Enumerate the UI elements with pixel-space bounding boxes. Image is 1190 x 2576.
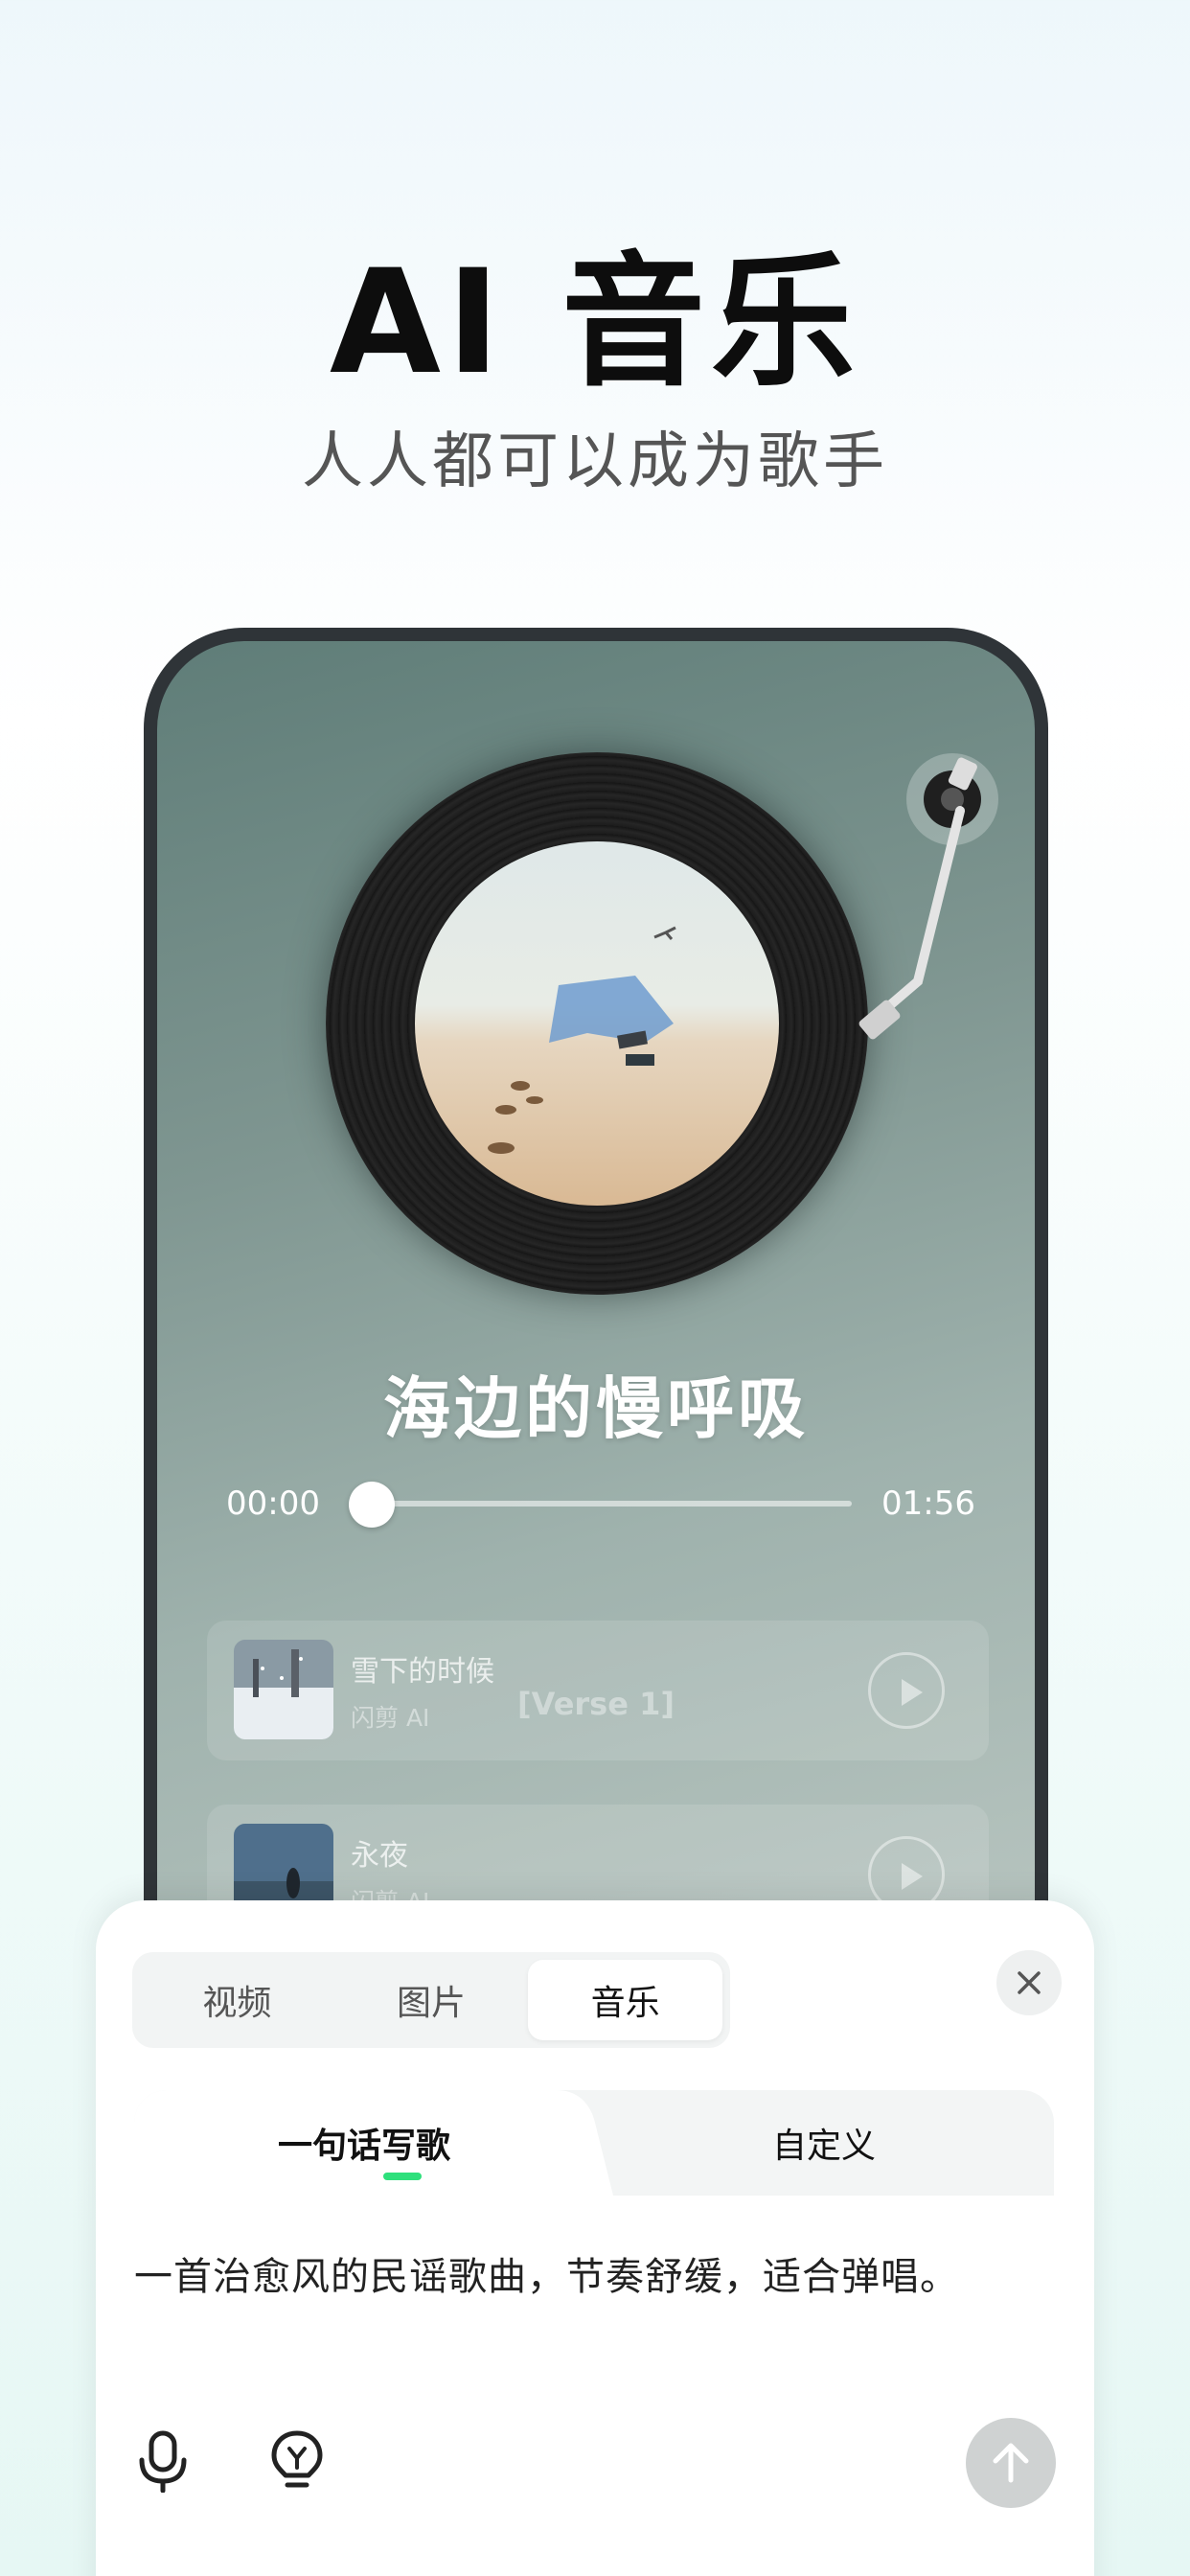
active-tab-indicator — [383, 2173, 422, 2180]
album-cover-image — [415, 841, 779, 1206]
tab-custom[interactable]: 自定义 — [594, 2090, 1054, 2196]
tab-video[interactable]: 视频 — [140, 1960, 334, 2040]
tab-image[interactable]: 图片 — [334, 1960, 529, 2040]
lyric-line: [Verse 1] — [517, 1686, 675, 1722]
time-total: 01:56 — [881, 1484, 975, 1523]
tab-music[interactable]: 音乐 — [528, 1960, 723, 2040]
phone-mockup: 海边的慢呼吸 00:00 01:56 雪下的时候 闪剪 AI [Verse 1] — [144, 628, 1048, 1969]
send-button[interactable] — [966, 2418, 1056, 2508]
hero-subtitle: 人人都可以成为歌手 — [302, 426, 888, 497]
close-icon — [1018, 1971, 1041, 1994]
hero-title: AI 音乐 — [329, 240, 861, 406]
progress-track[interactable] — [373, 1501, 852, 1506]
song-title: 海边的慢呼吸 — [383, 1369, 809, 1448]
mode-tab-bar: 一句话写歌 自定义 — [134, 2090, 1054, 2196]
progress-thumb[interactable] — [349, 1482, 395, 1528]
track-name: 永夜 — [351, 1839, 408, 1873]
tonearm-icon — [858, 753, 998, 1040]
prompt-input[interactable]: 一首治愈风的民谣歌曲，节奏舒缓，适合弹唱。 — [134, 2245, 959, 2301]
close-button[interactable] — [996, 1950, 1062, 2015]
inspiration-bulb-icon[interactable] — [268, 2429, 326, 2493]
tab-one-sentence[interactable]: 一句话写歌 — [134, 2090, 594, 2196]
vinyl-record — [326, 752, 868, 1295]
type-tab-bar: 视频 图片 音乐 — [132, 1952, 730, 2048]
create-sheet: 视频 图片 音乐 一句话写歌 自定义 一首治愈风的民谣歌曲，节奏舒缓，适合弹唱。 — [96, 1900, 1094, 2576]
microphone-icon[interactable] — [134, 2429, 192, 2493]
arrow-up-icon — [993, 2443, 1029, 2483]
time-current: 00:00 — [226, 1484, 320, 1523]
player-screen: 海边的慢呼吸 00:00 01:56 雪下的时候 闪剪 AI [Verse 1] — [157, 641, 1035, 1969]
track-name: 雪下的时候 — [351, 1655, 494, 1689]
